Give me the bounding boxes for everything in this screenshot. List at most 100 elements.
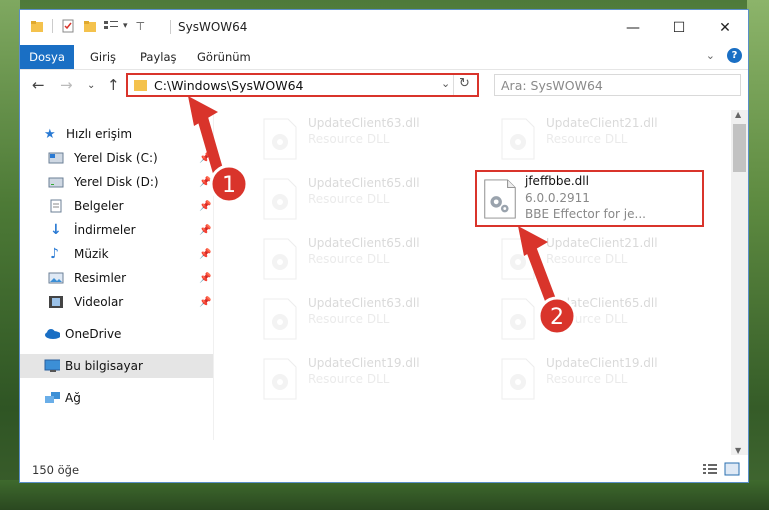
ribbon-right-controls: ⌄ ? xyxy=(706,48,742,63)
file-type: Resource DLL xyxy=(546,312,628,326)
scroll-down-icon[interactable]: ▼ xyxy=(735,446,741,455)
search-box[interactable]: Ara: SysWOW64 xyxy=(494,74,741,96)
sidebar-item-quick-access[interactable]: ★ Hızlı erişim xyxy=(20,122,213,146)
pictures-icon xyxy=(48,272,64,284)
navigation-pane: ★ Hızlı erişim Yerel Disk (C:) 📌 Yerel D… xyxy=(20,110,214,440)
drive-icon xyxy=(48,177,64,188)
dll-file-icon xyxy=(501,238,535,280)
file-type: Resource DLL xyxy=(308,132,390,146)
videos-icon xyxy=(49,296,63,308)
properties-icon[interactable] xyxy=(61,19,75,33)
sidebar-item-label: Belgeler xyxy=(74,199,124,213)
vertical-scrollbar[interactable]: ▲ ▼ xyxy=(731,110,748,455)
sidebar-item-pictures[interactable]: Resimler 📌 xyxy=(20,266,213,290)
drive-icon xyxy=(48,152,64,164)
file-type: Resource DLL xyxy=(546,372,628,386)
sidebar-item-label: Videolar xyxy=(74,295,124,309)
sidebar-item-downloads[interactable]: ↓ İndirmeler 📌 xyxy=(20,218,213,242)
desktop-background-left xyxy=(0,0,20,510)
sidebar-item-documents[interactable]: Belgeler 📌 xyxy=(20,194,213,218)
file-name: UpdateClient65.dll xyxy=(308,236,420,250)
sidebar-item-label: Bu bilgisayar xyxy=(65,359,143,373)
file-name: UpdateClient65.dll xyxy=(308,176,420,190)
title-bar: ▾ ⊤ SysWOW64 — ☐ ✕ xyxy=(20,10,748,45)
sidebar-item-this-pc[interactable]: Bu bilgisayar xyxy=(20,354,213,378)
target-file-item[interactable]: jfeffbbe.dll 6.0.0.2911 BBE Effector for… xyxy=(475,170,704,227)
pin-icon[interactable]: 📌 xyxy=(199,273,211,284)
pin-icon[interactable]: 📌 xyxy=(199,297,211,308)
scroll-thumb[interactable] xyxy=(733,124,746,172)
file-item[interactable]: UpdateClient21.dll Resource DLL xyxy=(500,234,730,284)
sidebar-item-drive-c[interactable]: Yerel Disk (C:) 📌 xyxy=(20,146,213,170)
up-arrow-icon[interactable]: ↑ xyxy=(107,76,120,94)
sidebar-item-videos[interactable]: Videolar 📌 xyxy=(20,290,213,314)
file-type: Resource DLL xyxy=(546,132,628,146)
file-item[interactable]: UpdateClient19.dll Resource DLL xyxy=(262,354,492,404)
sidebar-item-label: Yerel Disk (C:) xyxy=(74,151,158,165)
file-type: Resource DLL xyxy=(308,252,390,266)
tab-file[interactable]: Dosya xyxy=(20,45,74,69)
maximize-button[interactable]: ☐ xyxy=(656,10,702,45)
expand-ribbon-icon[interactable]: ⌄ xyxy=(706,49,715,62)
sidebar-item-onedrive[interactable]: OneDrive xyxy=(20,322,213,346)
close-button[interactable]: ✕ xyxy=(702,10,748,45)
sidebar-item-network[interactable]: Ağ xyxy=(20,386,213,410)
tab-view[interactable]: Görünüm xyxy=(197,45,251,69)
file-item[interactable]: UpdateClient21.dll Resource DLL xyxy=(500,114,730,164)
file-item[interactable]: UpdateClient63.dll Resource DLL xyxy=(262,114,492,164)
sidebar-item-drive-d[interactable]: Yerel Disk (D:) 📌 xyxy=(20,170,213,194)
dll-file-icon xyxy=(501,358,535,400)
tab-home[interactable]: Giriş xyxy=(90,45,116,69)
download-icon: ↓ xyxy=(50,222,62,238)
scroll-up-icon[interactable]: ▲ xyxy=(735,110,741,119)
file-type: Resource DLL xyxy=(308,192,390,206)
refresh-icon[interactable]: ↻ xyxy=(459,76,470,91)
window-title: SysWOW64 xyxy=(178,20,248,34)
file-item[interactable]: UpdateClient65.dll Resource DLL xyxy=(262,234,492,284)
title-separator xyxy=(170,20,171,34)
recent-locations-icon[interactable]: ⌄ xyxy=(87,80,95,91)
network-icon xyxy=(45,392,60,403)
close-icon: ✕ xyxy=(719,19,731,36)
new-folder-icon[interactable] xyxy=(83,19,97,33)
file-name: UpdateClient21.dll xyxy=(546,116,658,130)
dll-file-icon xyxy=(263,298,297,340)
forward-arrow-icon[interactable]: → xyxy=(60,76,73,94)
dll-file-icon xyxy=(501,118,535,160)
pin-icon[interactable]: 📌 xyxy=(199,201,211,212)
search-input[interactable]: Ara: SysWOW64 xyxy=(501,78,603,93)
sidebar-item-label: İndirmeler xyxy=(74,223,136,237)
pin-icon[interactable]: 📌 xyxy=(199,177,211,188)
file-description: BBE Effector for je... xyxy=(525,207,646,221)
details-view-icon[interactable] xyxy=(702,463,718,475)
sidebar-item-label: Resimler xyxy=(74,271,127,285)
address-path[interactable]: C:\Windows\SysWOW64 xyxy=(154,78,303,93)
customize-toolbar-icon[interactable]: ⊤ xyxy=(136,20,146,33)
file-item[interactable]: UpdateClient65.dll Resource DLL xyxy=(500,294,730,344)
sidebar-item-label: Ağ xyxy=(65,391,81,405)
file-item[interactable]: UpdateClient19.dll Resource DLL xyxy=(500,354,730,404)
pin-icon[interactable]: 📌 xyxy=(199,249,211,260)
file-item[interactable]: UpdateClient65.dll Resource DLL xyxy=(262,174,492,224)
item-count: 150 öğe xyxy=(32,463,80,477)
tiles-view-icon[interactable] xyxy=(724,462,740,476)
address-bar[interactable]: C:\Windows\SysWOW64 ⌄ ↻ xyxy=(126,73,479,97)
tab-share[interactable]: Paylaş xyxy=(140,45,177,69)
sidebar-item-music[interactable]: ♪ Müzik 📌 xyxy=(20,242,213,266)
desktop-background-bottom xyxy=(0,480,769,510)
file-item[interactable]: UpdateClient63.dll Resource DLL xyxy=(262,294,492,344)
status-bar: 150 öğe xyxy=(20,457,748,482)
documents-icon xyxy=(50,199,62,213)
address-dropdown-icon[interactable]: ⌄ xyxy=(441,77,450,90)
help-icon[interactable]: ? xyxy=(727,48,742,63)
file-list: UpdateClient63.dll Resource DLL UpdateCl… xyxy=(234,102,732,447)
pin-icon[interactable]: 📌 xyxy=(199,153,211,164)
view-options-icon[interactable] xyxy=(103,19,121,33)
minimize-icon: — xyxy=(626,19,640,36)
minimize-button[interactable]: — xyxy=(610,10,656,45)
chevron-down-icon[interactable]: ▾ xyxy=(123,21,128,31)
folder-icon xyxy=(31,21,43,32)
back-arrow-icon[interactable]: ← xyxy=(32,76,45,94)
file-name: UpdateClient19.dll xyxy=(308,356,420,370)
pin-icon[interactable]: 📌 xyxy=(199,225,211,236)
